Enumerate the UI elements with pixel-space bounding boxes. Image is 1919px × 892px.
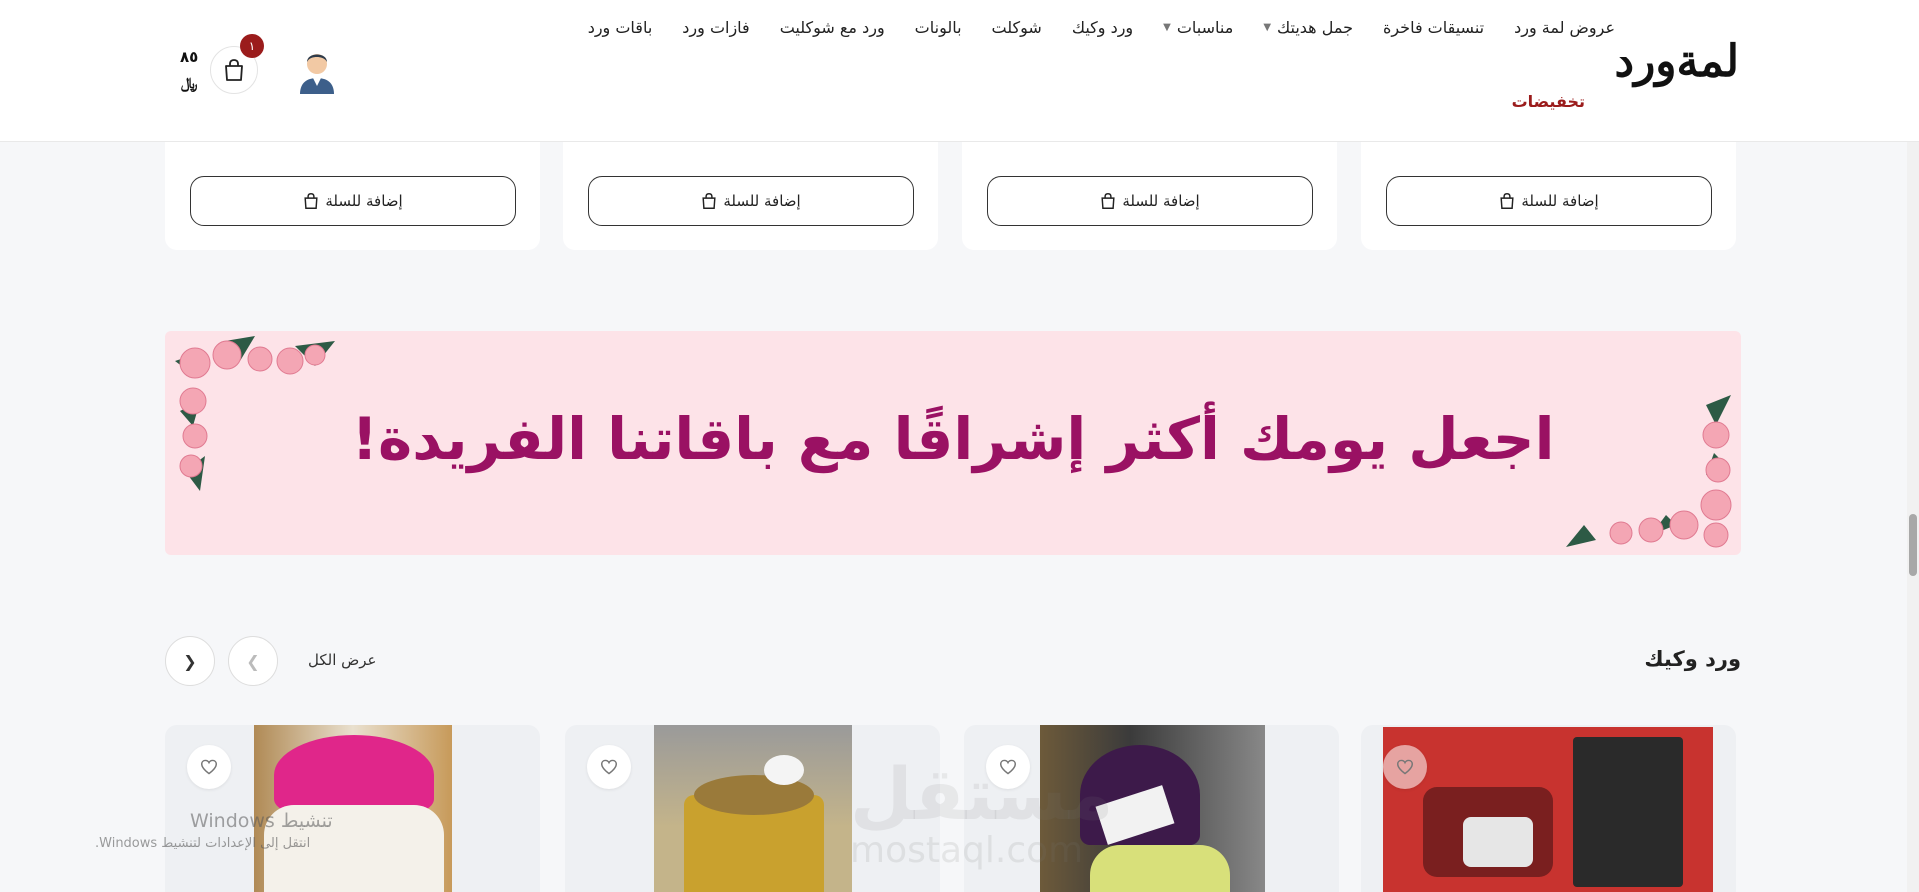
nav-item-flowers-cake[interactable]: ورد وكيك [1072, 18, 1133, 37]
cart-total: ٨٥ ﷼ [180, 48, 199, 92]
shopping-bag-icon [304, 192, 318, 209]
add-to-cart-button[interactable]: إضافة للسلة [1386, 176, 1712, 226]
scrollbar-thumb[interactable] [1909, 514, 1917, 576]
view-all-link[interactable]: عرض الكل [308, 651, 377, 669]
add-to-cart-button[interactable]: إضافة للسلة [987, 176, 1313, 226]
site-logo[interactable]: لمةورد [1614, 36, 1740, 87]
site-header: لمةورد باقات ورد فازات ورد ورد مع شوكليت… [0, 0, 1919, 142]
nav-item-flowers-chocolate[interactable]: ورد مع شوكليت [780, 18, 885, 37]
add-to-cart-button[interactable]: إضافة للسلة [588, 176, 914, 226]
chevron-down-icon: ▼ [1163, 22, 1171, 33]
nav-item-chocolate[interactable]: شوكلت [992, 18, 1042, 37]
shopping-bag-icon [702, 192, 716, 209]
heart-icon [600, 759, 618, 775]
wishlist-button[interactable] [1383, 745, 1427, 789]
promo-banner[interactable]: اجعل يومك أكثر إشراقًا مع باقاتنا الفريد… [165, 331, 1741, 555]
product-card[interactable] [1361, 725, 1736, 892]
nav-item-occasions[interactable]: مناسبات ▼ [1163, 18, 1233, 37]
product-card[interactable] [964, 725, 1339, 892]
product-image[interactable] [1040, 725, 1265, 892]
nav-item-bouquets[interactable]: باقات ورد [588, 18, 653, 37]
product-image[interactable] [1383, 727, 1713, 892]
nav-item-sale[interactable]: تخفيضات [1512, 92, 1585, 111]
heart-icon [200, 759, 218, 775]
banner-headline: اجعل يومك أكثر إشراقًا مع باقاتنا الفريد… [351, 405, 1555, 473]
chevron-down-icon: ▼ [1263, 22, 1272, 33]
product-image[interactable] [254, 725, 452, 892]
wishlist-button[interactable] [187, 745, 231, 789]
nav-item-luxury[interactable]: تنسيقات فاخرة [1383, 18, 1484, 37]
windows-activation-title: تنشيط Windows [190, 810, 333, 832]
wishlist-button[interactable] [587, 745, 631, 789]
chevron-left-icon: ❮ [246, 651, 260, 671]
nav-item-offers[interactable]: عروض لمة ورد [1514, 18, 1615, 37]
carousel-next-button[interactable]: ❯ [165, 636, 215, 686]
user-avatar-icon[interactable] [296, 46, 338, 94]
carousel-prev-button[interactable]: ❮ [228, 636, 278, 686]
heart-icon [999, 759, 1017, 775]
nav-item-vases[interactable]: فازات ورد [682, 18, 749, 37]
shopping-bag-icon [1500, 192, 1514, 209]
chevron-right-icon: ❯ [183, 651, 197, 671]
nav-item-gift-sentence[interactable]: جمل هديتك ▼ [1263, 18, 1353, 37]
section-title: ورد وكيك [1644, 647, 1741, 671]
add-to-cart-button[interactable]: إضافة للسلة [190, 176, 516, 226]
cart-count-badge: ١ [240, 34, 264, 58]
main-nav: باقات ورد فازات ورد ورد مع شوكليت بالونا… [588, 18, 1615, 37]
wishlist-button[interactable] [986, 745, 1030, 789]
windows-activation-subtitle: انتقل إلى الإعدادات لتنشيط Windows. [95, 836, 311, 851]
product-card[interactable] [565, 725, 940, 892]
heart-icon [1396, 759, 1414, 775]
product-image[interactable] [654, 725, 852, 892]
nav-item-balloons[interactable]: بالونات [915, 18, 962, 37]
product-card[interactable] [165, 725, 540, 892]
shopping-bag-icon [225, 59, 243, 81]
shopping-bag-icon [1101, 192, 1115, 209]
